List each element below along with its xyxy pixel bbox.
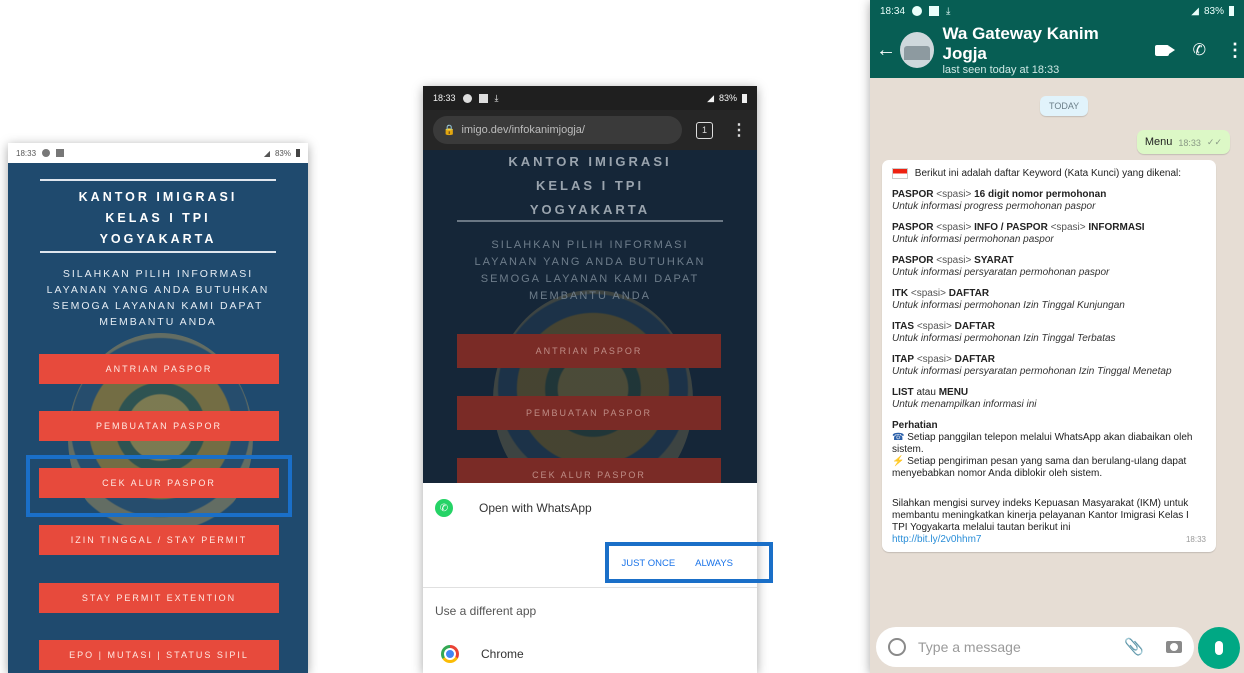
mic-icon (1215, 641, 1223, 655)
page-subtitle: SILAHKAN PILIH INFORMASI LAYANAN YANG AN… (46, 268, 270, 328)
phone-call-icon[interactable]: ✆ (1193, 40, 1206, 60)
outgoing-message[interactable]: Menu 18:33 ✓✓ (1136, 130, 1230, 154)
whatsapp-icon: ✆ (435, 499, 453, 517)
chrome-label: Chrome (481, 647, 524, 661)
epo-mutasi-status-sipil-button[interactable]: EPO | MUTASI | STATUS SIPIL (39, 640, 279, 670)
download-icon: ⤓ (946, 5, 951, 17)
survey-text: Silahkan mengisi survey indeks Kepuasan … (892, 498, 1206, 546)
use-different-app-label: Use a different app (435, 604, 537, 618)
divider (40, 179, 276, 181)
status-bar: 18:33 ◢ 83% (8, 143, 308, 163)
signal-icon: ◢ (707, 92, 714, 103)
notification-icon (42, 149, 51, 157)
signal-icon: ◢ (1191, 5, 1199, 17)
notification-icon (478, 93, 488, 103)
message-time: 18:33 (1178, 138, 1201, 148)
status-time: 18:33 (433, 93, 456, 103)
warning-emoji-icon: ⚡ (892, 456, 905, 468)
signal-icon: ◢ (263, 148, 270, 158)
status-bar: 18:33 ⤓ ◢ 83% (423, 86, 757, 110)
battery-icon (1229, 6, 1234, 16)
chat-header: ← Wa Gateway Kanim Jogja last seen today… (870, 22, 1244, 78)
phone-emoji-icon: ☎ (892, 432, 905, 444)
lock-icon: 🔒 (443, 124, 456, 136)
download-icon: ⤓ (494, 92, 499, 103)
keyword-item: PASPOR <spasi> INFO / PASPOR <spasi> INF… (892, 222, 1145, 246)
message-text: Menu (1144, 136, 1173, 148)
overflow-menu-icon[interactable]: ⋮ (1226, 40, 1244, 61)
web-page: KANTOR IMIGRASI KELAS I TPI YOGYAKARTA S… (8, 163, 308, 673)
keyword-item: ITAS <spasi> DAFTAR Untuk informasi perm… (892, 321, 1116, 345)
tab-switcher-button[interactable]: 1 (696, 121, 713, 139)
battery-level: 83% (718, 93, 737, 103)
open-with-row[interactable]: ✆ Open with WhatsApp (423, 493, 757, 523)
battery-icon (742, 93, 747, 103)
divider (457, 220, 723, 222)
intro-text: Berikut ini adalah daftar Keyword (Kata … (914, 168, 1182, 180)
keyword-item: ITAP <spasi> DAFTAR Untuk informasi pers… (892, 354, 1172, 378)
survey-link[interactable]: http://bit.ly/2v0hhm7 (892, 534, 982, 546)
contact-info[interactable]: Wa Gateway Kanim Jogja last seen today a… (942, 24, 1139, 76)
indonesia-flag-icon (892, 168, 908, 179)
pembuatan-paspor-button[interactable]: PEMBUATAN PASPOR (39, 411, 279, 441)
phone-screenshot-web-menu: 18:33 ◢ 83% KANTOR IMIGRASI KELAS I TPI … (8, 143, 308, 673)
keyword-item: PASPOR <spasi> 16 digit nomor permohonan… (892, 189, 1107, 213)
divider (40, 251, 276, 253)
chrome-icon (441, 645, 459, 663)
office-title: KANTOR IMIGRASI KELAS I TPI YOGYAKARTA (78, 190, 238, 246)
attach-icon[interactable]: 📎 (1124, 637, 1144, 657)
battery-level: 83% (274, 148, 291, 158)
browser-toolbar: 🔒 imigo.dev/infokanimjogja/ 1 ⋮ (423, 110, 757, 150)
contact-name: Wa Gateway Kanim Jogja (942, 24, 1099, 63)
antrian-paspor-button[interactable]: ANTRIAN PASPOR (39, 354, 279, 384)
highlight-cek-alur-paspor (26, 455, 292, 517)
message-input[interactable]: Type a message (918, 639, 1124, 655)
status-time: 18:33 (16, 148, 37, 158)
notification-icon (56, 149, 65, 157)
last-seen: last seen today at 18:33 (942, 64, 1060, 76)
message-time: 18:33 (1185, 535, 1206, 545)
highlight-sheet-actions (605, 542, 773, 583)
antrian-paspor-button[interactable]: ANTRIAN PASPOR (457, 334, 721, 368)
status-time: 18:34 (880, 5, 906, 17)
mic-button[interactable] (1198, 627, 1240, 669)
attention-section: Perhatian ☎ Setiap panggilan telepon mel… (892, 420, 1193, 480)
incoming-message[interactable]: Berikut ini adalah daftar Keyword (Kata … (882, 160, 1216, 553)
avatar[interactable] (900, 32, 935, 68)
camera-icon[interactable] (1166, 641, 1182, 653)
keyword-item: ITK <spasi> DAFTAR Untuk informasi permo… (892, 288, 1125, 312)
date-chip: TODAY (1040, 96, 1089, 116)
url-text: imigo.dev/infokanimjogja/ (461, 124, 585, 136)
keyword-item: PASPOR <spasi> SYARAT Untuk informasi pe… (892, 255, 1110, 279)
office-title: KANTOR IMIGRASI KELAS I TPI YOGYAKARTA (508, 154, 672, 217)
battery-level: 83% (1203, 5, 1224, 17)
attention-title: Perhatian (892, 420, 938, 432)
chrome-option[interactable]: Chrome (423, 641, 757, 667)
notification-icon (462, 93, 472, 103)
open-with-label: Open with WhatsApp (479, 501, 592, 515)
phone-screenshot-open-with: 18:33 ⤓ ◢ 83% 🔒 imigo.dev/infokanimjogja… (423, 86, 757, 673)
page-subtitle: SILAHKAN PILIH INFORMASI LAYANAN YANG AN… (474, 239, 706, 302)
message-input-bar: Type a message 📎 (876, 627, 1194, 667)
back-arrow-icon[interactable]: ← (876, 39, 896, 62)
video-call-icon[interactable] (1155, 44, 1175, 56)
stay-permit-extention-button[interactable]: STAY PERMIT EXTENTION (39, 583, 279, 613)
pembuatan-paspor-button[interactable]: PEMBUATAN PASPOR (457, 396, 721, 430)
notification-icon (929, 6, 940, 16)
divider (423, 587, 757, 588)
overflow-menu-icon[interactable]: ⋮ (731, 120, 747, 140)
battery-icon (296, 149, 300, 157)
emoji-icon[interactable] (888, 638, 906, 656)
izin-tinggal-button[interactable]: IZIN TINGGAL / STAY PERMIT (39, 525, 279, 555)
url-field[interactable]: 🔒 imigo.dev/infokanimjogja/ (433, 116, 682, 144)
keyword-item: LIST atau MENU Untuk menampilkan informa… (892, 387, 1037, 411)
read-receipt-icon: ✓✓ (1206, 137, 1222, 147)
status-bar: 18:34 ⤓ ◢ 83% (870, 0, 1244, 22)
phone-screenshot-whatsapp-chat: 18:34 ⤓ ◢ 83% ← Wa Gateway Kanim Jogja l… (870, 0, 1244, 673)
notification-icon (912, 6, 923, 16)
